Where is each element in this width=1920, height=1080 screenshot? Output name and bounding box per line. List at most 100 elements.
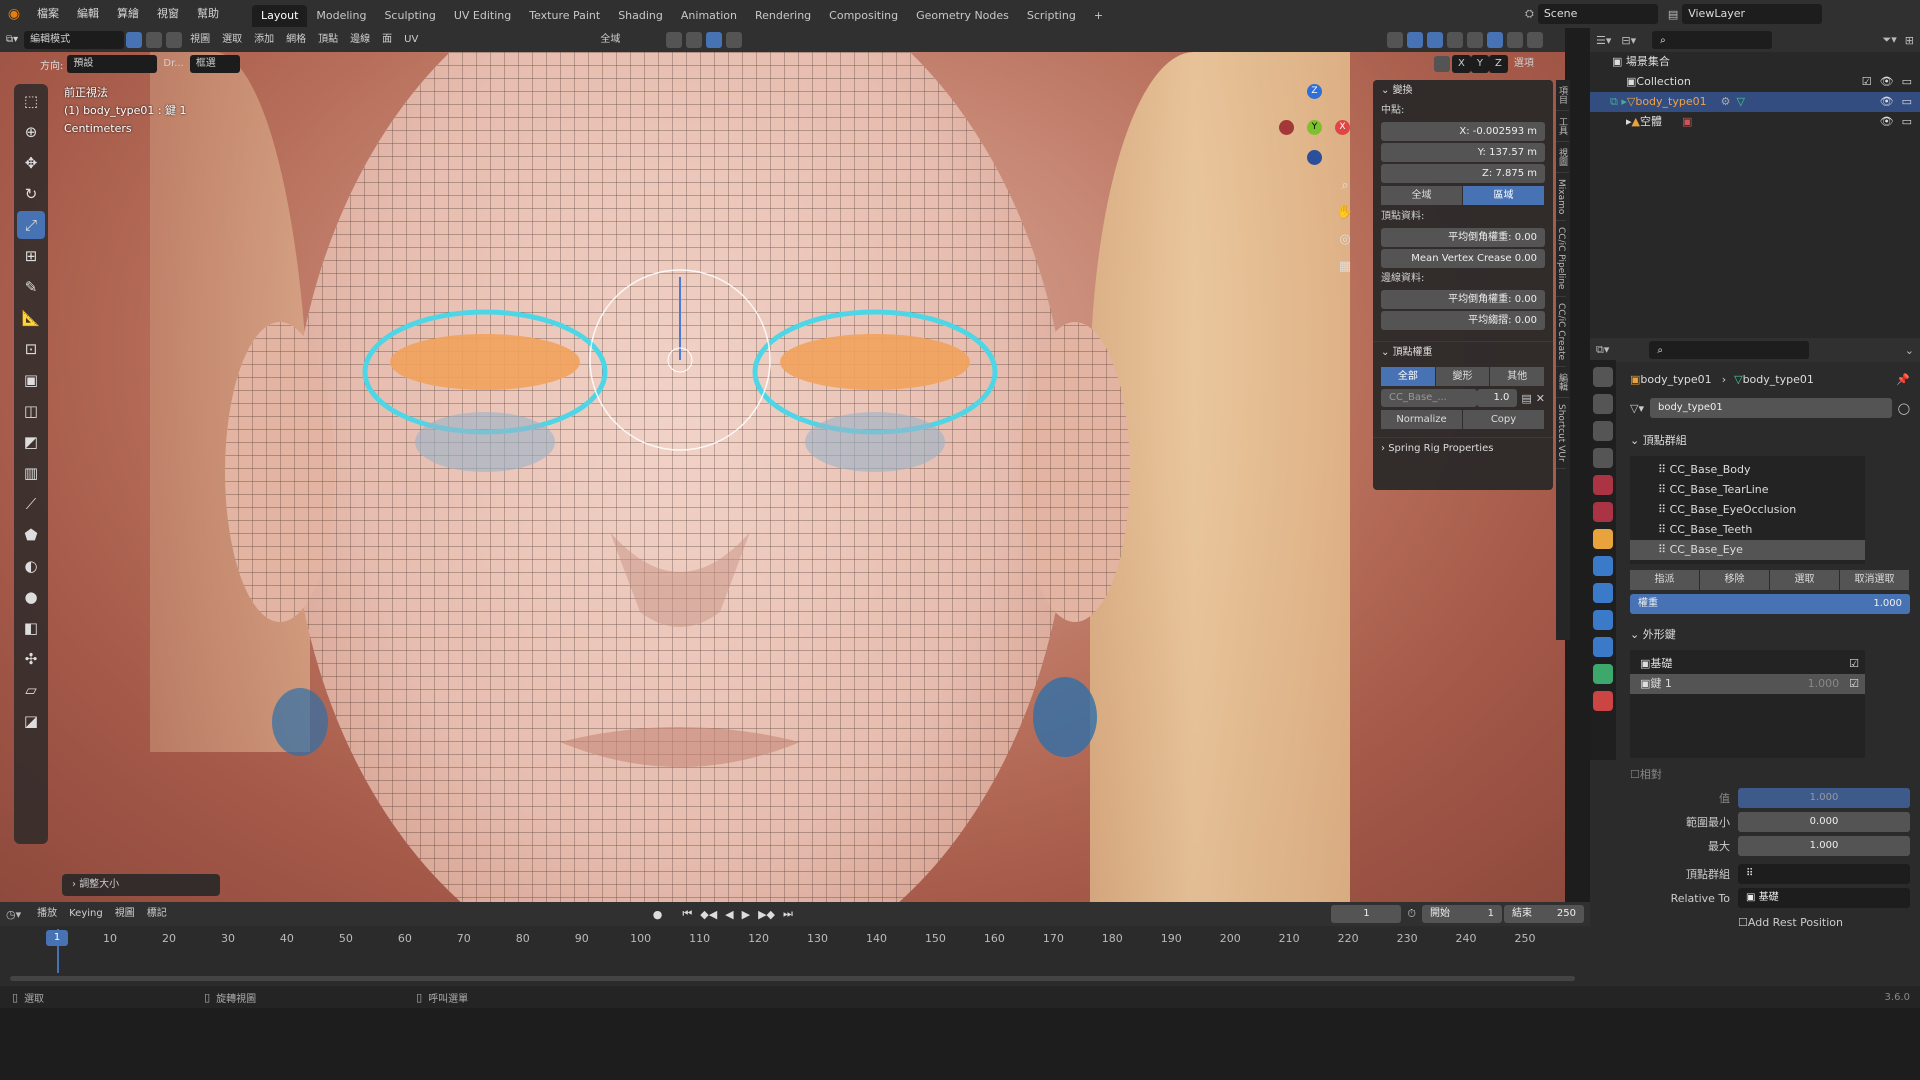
vertex-weights-header[interactable]: ⌄ 頂點權重	[1373, 342, 1553, 364]
outliner-editor-icon[interactable]: ☰▾	[1596, 34, 1611, 47]
outliner-object-body[interactable]: ⧉ ▸ ▽ body_type01 ⚙ ▽ 👁 ▭	[1590, 92, 1920, 112]
material-shading-icon[interactable]	[1507, 32, 1523, 48]
falloff-icon[interactable]	[726, 32, 743, 48]
properties-search-input[interactable]: ⌕	[1649, 341, 1810, 359]
options-dropdown[interactable]: 選項	[1508, 55, 1540, 73]
list-item[interactable]: ⠿ CC_Base_Teeth	[1630, 520, 1865, 540]
vtab-shortcut[interactable]: Shortcut VUr	[1556, 398, 1566, 469]
snap-icon[interactable]	[666, 32, 683, 48]
camera-render-icon[interactable]: ▭	[1902, 112, 1912, 132]
overlay-toggle-icon[interactable]	[1427, 32, 1443, 48]
checkbox-icon[interactable]: ☐	[1630, 768, 1640, 781]
checkbox-icon[interactable]: ☐	[1738, 916, 1748, 929]
record-icon[interactable]: ●	[653, 908, 663, 921]
vtab-cc-pipeline[interactable]: CC/iC Pipeline	[1556, 221, 1566, 297]
tab-sculpting[interactable]: Sculpting	[375, 5, 444, 27]
properties-editor-icon[interactable]: ⧉▾	[1596, 343, 1609, 357]
scene-tab-icon[interactable]	[1593, 475, 1613, 495]
knife-icon[interactable]: ⟋	[17, 490, 45, 518]
world-tab-icon[interactable]	[1593, 502, 1613, 522]
proportional-edit-icon[interactable]	[706, 32, 723, 48]
tab-layout[interactable]: Layout	[252, 4, 308, 27]
transform-icon[interactable]: ⊞	[17, 242, 45, 270]
vgroup-selector[interactable]: ⠿	[1738, 864, 1910, 884]
menu-edit[interactable]: 編輯	[68, 0, 108, 28]
relative-to-selector[interactable]: ▣ 基礎	[1738, 888, 1910, 908]
menu-add[interactable]: 添加	[248, 31, 280, 49]
transform-panel-header[interactable]: ⌄ 變換	[1373, 80, 1553, 102]
gizmo-neg-x-axis[interactable]	[1279, 120, 1294, 135]
constraints-tab-icon[interactable]	[1593, 637, 1613, 657]
tab-compositing[interactable]: Compositing	[820, 5, 907, 27]
material-tab-icon[interactable]	[1593, 691, 1613, 711]
vw-tab-all[interactable]: 全部	[1381, 367, 1435, 386]
select-box-icon[interactable]: ⬚	[17, 87, 45, 115]
zoom-icon[interactable]: ⌕	[1333, 173, 1357, 197]
view-layer-field[interactable]: ViewLayer	[1682, 4, 1823, 24]
navigation-gizmo[interactable]: Z Y X	[1275, 82, 1355, 165]
xray-icon[interactable]	[1447, 32, 1463, 48]
menu-vertex[interactable]: 頂點	[312, 31, 344, 49]
modifier-tab-icon[interactable]	[1593, 556, 1613, 576]
vw-weight-field[interactable]: 1.0	[1477, 389, 1518, 407]
add-cube-icon[interactable]: ⊡	[17, 335, 45, 363]
next-keyframe-icon[interactable]: ▶◆	[758, 908, 775, 921]
gizmo-toggle-icon[interactable]	[1407, 32, 1423, 48]
checkbox-icon[interactable]: ☑	[1849, 674, 1859, 694]
tab-uv-editing[interactable]: UV Editing	[445, 5, 520, 27]
vertex-groups-header[interactable]: ⌄ 頂點群組	[1630, 430, 1910, 452]
shrink-fatten-icon[interactable]: ✣	[17, 645, 45, 673]
checkbox-icon[interactable]: ☑	[1849, 654, 1859, 674]
playhead-frame-label[interactable]: 1	[46, 930, 68, 946]
median-z-field[interactable]: Z: 7.875 m	[1381, 164, 1545, 183]
copy-button[interactable]: Copy	[1463, 410, 1544, 429]
output-tab-icon[interactable]	[1593, 421, 1613, 441]
vertex-bevel-weight-field[interactable]: 平均倒角權重: 0.00	[1381, 228, 1545, 247]
camera-icon[interactable]: ◎	[1333, 227, 1357, 251]
camera-render-icon[interactable]: ▭	[1902, 92, 1912, 112]
magnet-icon[interactable]	[686, 32, 703, 48]
view-layer-tab-icon[interactable]	[1593, 448, 1613, 468]
list-item[interactable]: ▣ 鍵 1 1.000 ☑	[1630, 674, 1865, 694]
list-item[interactable]: ⠿ CC_Base_Eye	[1630, 540, 1865, 560]
mesh-data-tab-icon[interactable]	[1593, 664, 1613, 684]
scale-icon[interactable]: ⤢	[17, 211, 45, 239]
view-menu[interactable]: 視圖	[109, 905, 141, 923]
eye-icon[interactable]: 👁	[1880, 112, 1894, 132]
menu-help[interactable]: 幫助	[188, 0, 228, 28]
menu-face[interactable]: 面	[376, 31, 398, 49]
scene-name-field[interactable]: Scene	[1537, 4, 1658, 24]
vtab-cc-create[interactable]: CC/iC Create	[1556, 297, 1566, 368]
menu-view[interactable]: 視圖	[184, 31, 216, 49]
menu-window[interactable]: 視窗	[148, 0, 188, 28]
list-item[interactable]: ⠿ CC_Base_TearLine	[1630, 480, 1865, 500]
range-min-field[interactable]: 0.000	[1738, 812, 1910, 832]
axis-y-toggle[interactable]: Y	[1470, 55, 1489, 73]
menu-render[interactable]: 算繪	[108, 0, 148, 28]
rendered-shading-icon[interactable]	[1527, 32, 1543, 48]
rotate-icon[interactable]: ↻	[17, 180, 45, 208]
median-x-field[interactable]: X: -0.002593 m	[1381, 122, 1545, 141]
list-item[interactable]: ▣ 基礎 ☑	[1630, 654, 1865, 674]
eye-icon[interactable]: 👁	[1880, 92, 1894, 112]
last-operator-panel[interactable]: › 調整大小	[62, 874, 220, 896]
outliner-search-input[interactable]: ⌕	[1652, 31, 1773, 49]
rip-icon[interactable]: ◪	[17, 707, 45, 735]
measure-icon[interactable]: 📐	[17, 304, 45, 332]
outliner-collection[interactable]: ▣ Collection ☑ 👁 ▭	[1590, 72, 1920, 92]
fake-user-icon[interactable]: ◯	[1898, 402, 1910, 415]
menu-edge[interactable]: 邊線	[344, 31, 376, 49]
outliner-root[interactable]: ▣ 場景集合	[1590, 52, 1920, 72]
weight-slider[interactable]: 權重 1.000	[1630, 594, 1910, 614]
move-icon[interactable]: ✥	[17, 149, 45, 177]
physics-tab-icon[interactable]	[1593, 610, 1613, 630]
spin-icon[interactable]: ◐	[17, 552, 45, 580]
timeline-scrollbar[interactable]	[10, 976, 1575, 981]
gizmo-z-axis[interactable]: Z	[1307, 84, 1322, 99]
pan-hand-icon[interactable]: ✋	[1333, 200, 1357, 224]
vtab-mixamo[interactable]: Mixamo	[1556, 173, 1566, 222]
tab-scripting[interactable]: Scripting	[1018, 5, 1085, 27]
local-button[interactable]: 區域	[1463, 186, 1544, 205]
deselect-button[interactable]: 取消選取	[1840, 570, 1909, 590]
vtab-view[interactable]: 視圖	[1556, 142, 1569, 173]
